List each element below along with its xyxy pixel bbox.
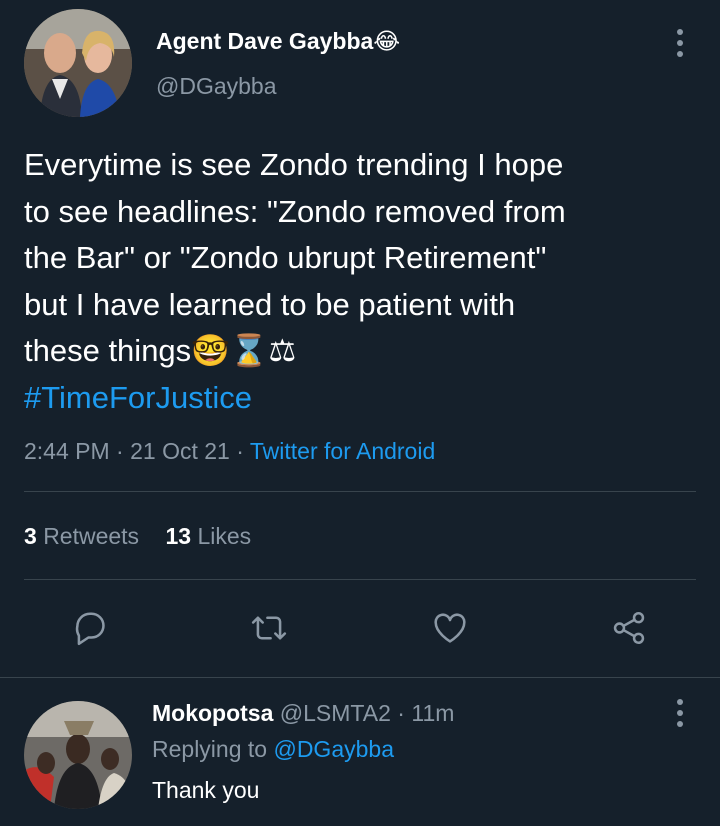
tweet-line: to see headlines: "Zondo removed from — [24, 193, 566, 229]
reply-button[interactable] — [66, 604, 114, 652]
likes-label: Likes — [197, 523, 252, 549]
more-options-icon[interactable] — [677, 29, 683, 57]
retweets-stat[interactable]: 3 Retweets — [24, 523, 139, 549]
author-name[interactable]: Agent Dave Gaybba😂 — [156, 27, 400, 55]
nerd-hourglass-scales-emoji-icons: 🤓⌛⚖ — [191, 333, 297, 368]
retweet-icon — [251, 616, 287, 640]
tweet-source-link[interactable]: Twitter for Android — [250, 438, 435, 464]
share-button[interactable] — [605, 604, 653, 652]
divider — [24, 579, 696, 580]
tweet-text: Everytime is see Zondo trending I hope t… — [24, 142, 704, 421]
hashtag-link[interactable]: #TimeForJustice — [24, 375, 704, 422]
likes-count: 13 — [165, 523, 192, 549]
tweet-line-text: these things — [24, 333, 192, 368]
tweet-meta: 2:44 PM · 21 Oct 21 · Twitter for Androi… — [24, 437, 435, 465]
reply-header: Mokopotsa @LSMTA2 · 11m — [152, 699, 454, 727]
separator: · — [116, 438, 124, 464]
like-icon — [434, 613, 466, 643]
reply-time[interactable]: 11m — [411, 700, 454, 726]
reply-author-name[interactable]: Mokopotsa — [152, 700, 273, 726]
reply-text: Thank you — [152, 777, 260, 803]
replying-to-handle[interactable]: @DGaybba — [273, 736, 394, 762]
like-button[interactable] — [426, 604, 474, 652]
tweet-line: these things🤓⌛⚖ — [24, 328, 704, 375]
likes-stat[interactable]: 13 Likes — [165, 523, 251, 549]
retweets-label: Retweets — [43, 523, 140, 549]
separator: · — [236, 438, 244, 464]
separator: · — [397, 700, 405, 726]
engagement-stats: 3 Retweets 13 Likes — [24, 522, 251, 550]
divider — [0, 677, 720, 678]
author-handle[interactable]: @DGaybba — [156, 72, 277, 100]
reply-author-handle[interactable]: @LSMTA2 — [280, 700, 391, 726]
retweets-count: 3 — [24, 523, 37, 549]
reply-more-options-icon[interactable] — [677, 699, 683, 727]
laughing-emoji-icon: 😂 — [373, 28, 401, 54]
reply-author-avatar[interactable] — [24, 701, 132, 809]
tweet-line: Everytime is see Zondo trending I hope — [24, 147, 564, 182]
author-name-text: Agent Dave Gaybba — [156, 28, 374, 54]
reply-icon — [75, 612, 105, 646]
replying-to: Replying to @DGaybba — [152, 735, 394, 763]
tweet-line: but I have learned to be patient with — [24, 286, 516, 322]
tweet-time[interactable]: 2:44 PM — [24, 438, 110, 464]
author-avatar[interactable] — [24, 9, 132, 117]
divider — [24, 491, 696, 492]
replying-to-label: Replying to — [152, 736, 268, 762]
tweet-line: the Bar" or "Zondo ubrupt Retirement" — [24, 240, 547, 275]
tweet-date[interactable]: 21 Oct 21 — [130, 438, 230, 464]
share-icon — [613, 612, 645, 644]
retweet-button[interactable] — [245, 604, 293, 652]
